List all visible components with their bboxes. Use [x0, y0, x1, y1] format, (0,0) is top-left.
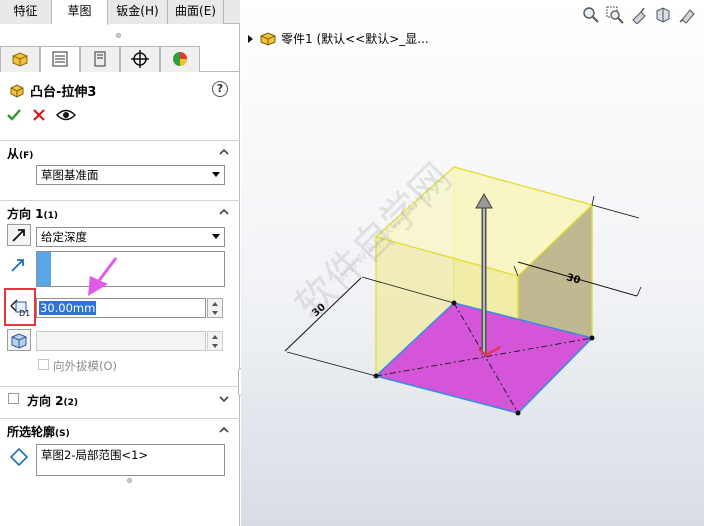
- section-direction1[interactable]: 方向 1(1): [0, 200, 240, 222]
- collapse-chevron-icon[interactable]: [218, 424, 230, 436]
- cancel-x-icon[interactable]: [32, 108, 46, 122]
- contour-item[interactable]: 草图2-局部范围<1>: [41, 447, 148, 463]
- preview-eye-icon[interactable]: [56, 108, 76, 122]
- contour-selection-box[interactable]: 草图2-局部范围<1>: [36, 444, 225, 476]
- feature-title: 凸台-拉伸3: [8, 80, 96, 100]
- property-manager-tab[interactable]: [40, 46, 80, 72]
- reverse-direction-button[interactable]: [7, 224, 31, 246]
- section-from-label: 从: [7, 147, 20, 161]
- dropdown-arrow-icon: [212, 234, 220, 239]
- property-list-icon: [52, 51, 68, 67]
- direction2-checkbox[interactable]: [8, 393, 19, 404]
- direction-selection-box[interactable]: [36, 251, 225, 287]
- section-from[interactable]: 从(F): [0, 140, 240, 162]
- tab-sketch[interactable]: 草图: [52, 0, 108, 25]
- vertex: [589, 335, 595, 341]
- contour-icon: [9, 447, 29, 467]
- model-view[interactable]: 30 30: [241, 0, 704, 526]
- collapse-chevron-icon[interactable]: [218, 206, 230, 218]
- draft-spinner[interactable]: [207, 331, 223, 351]
- tab-features[interactable]: 特征: [0, 0, 52, 24]
- command-manager-tabs: 特征 草图 钣金(H) 曲面(E): [0, 0, 240, 25]
- svg-text:D1: D1: [19, 309, 30, 318]
- vertex: [515, 410, 521, 416]
- depth-dimension-icon: D1: [10, 299, 30, 318]
- draft-icon: [11, 333, 27, 349]
- draft-angle-input[interactable]: [36, 331, 206, 351]
- depth-spinner[interactable]: [207, 298, 223, 318]
- display-manager-tab[interactable]: [160, 46, 200, 72]
- crosshair-icon: [131, 50, 149, 68]
- direction-vector-icon: [11, 259, 24, 272]
- dimxpert-manager-tab[interactable]: [120, 46, 160, 72]
- dropdown-arrow-icon: [212, 172, 220, 177]
- draft-outward-checkbox[interactable]: [38, 359, 49, 370]
- configuration-manager-tab[interactable]: [80, 46, 120, 72]
- configuration-icon: [94, 51, 106, 67]
- action-buttons: [6, 107, 76, 123]
- depth-value-selected: 30.00mm: [39, 301, 97, 315]
- tab-sheet-metal[interactable]: 钣金(H): [108, 0, 168, 24]
- draft-toggle-button[interactable]: [7, 329, 31, 351]
- manager-tabs: [0, 46, 240, 72]
- section-direction2[interactable]: 方向 2(2): [0, 386, 240, 410]
- dimension-line-left: [284, 277, 362, 352]
- end-condition-dropdown[interactable]: 给定深度: [36, 227, 225, 247]
- feature-tree-icon: [12, 52, 28, 67]
- list-resize-grip[interactable]: [127, 478, 132, 483]
- feature-title-text: 凸台-拉伸3: [30, 84, 97, 100]
- callout-arrow: [88, 257, 118, 296]
- start-condition-dropdown[interactable]: 草图基准面: [36, 165, 225, 185]
- property-manager-panel: 特征 草图 钣金(H) 曲面(E) 凸台-拉伸3 ? 从(F) 草图基准面 方向…: [0, 0, 240, 526]
- reverse-direction-icon: [12, 229, 25, 242]
- collapse-chevron-icon[interactable]: [218, 146, 230, 158]
- ok-check-icon[interactable]: [6, 107, 22, 123]
- graphics-area[interactable]: 零件1 (默认<<默认>_显... 30 30 软件自学网 WWW.RJZXW.…: [241, 0, 704, 526]
- help-icon[interactable]: ?: [212, 81, 228, 97]
- section-selected-contours[interactable]: 所选轮廓(S): [0, 418, 240, 440]
- tab-surface[interactable]: 曲面(E): [168, 0, 224, 24]
- splitter-grip[interactable]: [116, 33, 121, 38]
- expand-chevron-icon[interactable]: [218, 393, 230, 405]
- dimension-left-text[interactable]: 30: [310, 302, 328, 320]
- selection-active-bar: [37, 252, 51, 286]
- feature-manager-tab[interactable]: [0, 46, 40, 72]
- draft-outward-label: 向外拔模(O): [53, 359, 118, 373]
- boss-extrude-icon: [10, 84, 24, 98]
- appearance-icon: [173, 52, 187, 66]
